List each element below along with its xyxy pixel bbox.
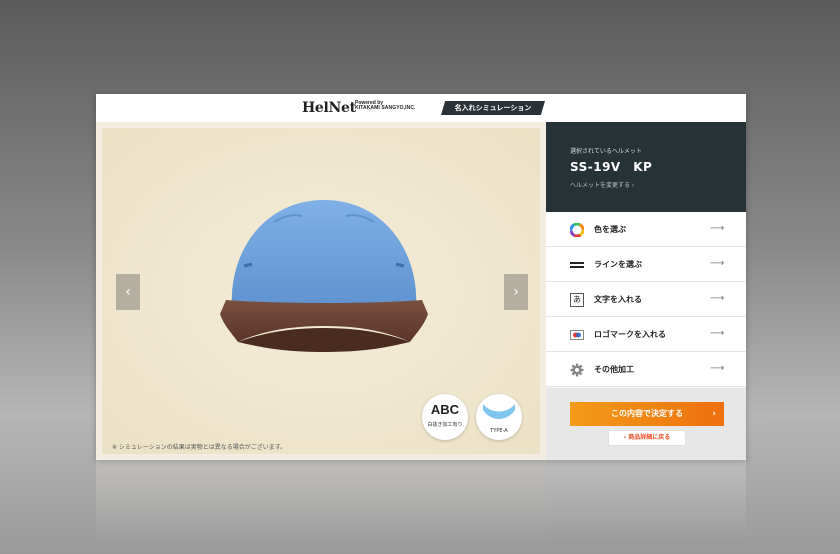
chevron-right-icon: ›: [712, 409, 716, 419]
selected-helmet-caption: 選択されているヘルメット: [570, 148, 642, 155]
menu-item-line[interactable]: ラインを選ぶ ⟶: [546, 247, 746, 282]
color-wheel-icon: [570, 223, 584, 237]
menu-item-text[interactable]: あ 文字を入れる ⟶: [546, 282, 746, 317]
line-icon: [570, 262, 584, 268]
text-icon: あ: [570, 293, 584, 307]
selected-helmet-model: SS-19V KP: [570, 160, 653, 174]
text-icon-glyph: あ: [573, 295, 581, 304]
arrow-right-icon: ⟶: [710, 293, 725, 304]
arrow-right-icon: ⟶: [710, 258, 725, 269]
helnet-logo[interactable]: HelNet: [302, 100, 356, 116]
helmet-image: [220, 200, 428, 352]
arrow-right-icon: ⟶: [710, 223, 725, 234]
preview-stage: ‹ › ABC 白抜き加工有り TYPE-A ※ シミュレーションの結果は実物と…: [102, 128, 540, 454]
abc-glyph: ABC: [430, 402, 460, 417]
reflection: [96, 460, 746, 540]
confirm-button-label: この内容で決定する: [611, 409, 683, 418]
customize-menu: 色を選ぶ ⟶ ラインを選ぶ ⟶ あ 文字を入れる ⟶ ロゴマークを入れる ⟶ そ…: [546, 212, 746, 387]
visor-icon: [483, 404, 515, 419]
menu-item-label: 文字を入れる: [594, 295, 642, 304]
menu-item-color[interactable]: 色を選ぶ ⟶: [546, 212, 746, 247]
menu-item-label: 色を選ぶ: [594, 225, 626, 234]
logo-mark-icon: [570, 330, 584, 340]
outline-text-option-label: 白抜き加工有り: [427, 422, 463, 428]
menu-item-label: ラインを選ぶ: [594, 260, 642, 269]
action-area: この内容で決定する › ‹ 商品詳細に戻る: [546, 388, 746, 460]
helmet-preview-panel: ‹ › ABC 白抜き加工有り TYPE-A ※ シミュレーションの結果は実物と…: [96, 122, 546, 460]
disclaimer-note: ※ シミュレーションの結果は実物とは異なる場合がございます。: [112, 444, 287, 451]
arrow-right-icon: ⟶: [710, 363, 725, 374]
type-a-option[interactable]: TYPE-A: [476, 394, 522, 440]
menu-item-other[interactable]: その他加工 ⟶: [546, 352, 746, 387]
page-title-badge: 名入れシミュレーション: [441, 101, 545, 115]
menu-item-label: ロゴマークを入れる: [594, 330, 666, 339]
confirm-button[interactable]: この内容で決定する ›: [570, 402, 724, 426]
powered-by: Powered by KITAKAMI SANGYO,INC.: [355, 101, 416, 111]
simulation-app: HelNet Powered by KITAKAMI SANGYO,INC. 名…: [96, 94, 746, 460]
outline-text-option[interactable]: ABC 白抜き加工有り: [422, 394, 468, 440]
type-a-label: TYPE-A: [490, 428, 508, 434]
options-sidebar: 選択されているヘルメット SS-19V KP ヘルメットを変更する › 色を選ぶ…: [546, 122, 746, 460]
back-to-product-button[interactable]: ‹ 商品詳細に戻る: [608, 430, 686, 446]
menu-item-logo[interactable]: ロゴマークを入れる ⟶: [546, 317, 746, 352]
prev-helmet-button[interactable]: ‹: [116, 274, 140, 310]
selected-helmet-panel: 選択されているヘルメット SS-19V KP ヘルメットを変更する ›: [546, 122, 746, 212]
gear-icon: [570, 363, 584, 377]
company-name: KITAKAMI SANGYO,INC.: [355, 105, 416, 111]
change-helmet-link[interactable]: ヘルメットを変更する ›: [570, 180, 634, 189]
menu-item-label: その他加工: [594, 365, 634, 374]
next-helmet-button[interactable]: ›: [504, 274, 528, 310]
header: HelNet Powered by KITAKAMI SANGYO,INC. 名…: [96, 94, 746, 123]
arrow-right-icon: ⟶: [710, 328, 725, 339]
reflection-sidebar: [546, 460, 746, 540]
